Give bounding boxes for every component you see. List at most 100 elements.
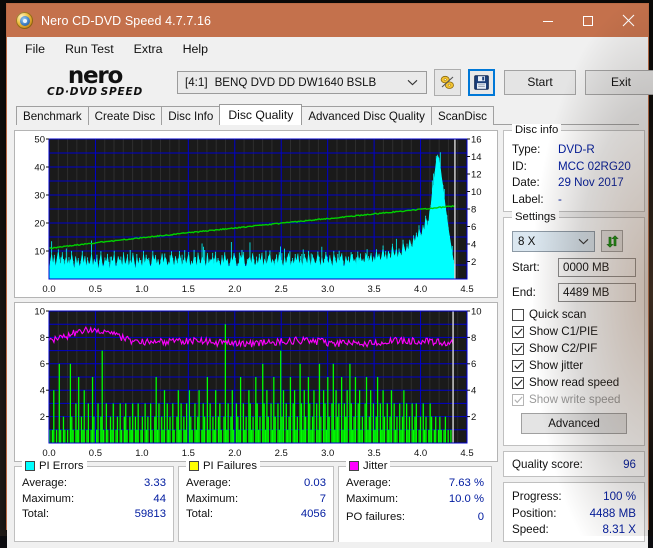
refresh-icon[interactable] xyxy=(601,230,623,252)
jitter-caption: Jitter xyxy=(346,460,390,472)
maximize-icon[interactable] xyxy=(568,4,608,37)
svg-text:0.5: 0.5 xyxy=(89,448,102,459)
svg-text:6: 6 xyxy=(471,359,476,370)
pi-errors-chart: 10203040502468101214160.00.51.01.52.02.5… xyxy=(14,130,498,298)
minimize-icon[interactable] xyxy=(528,4,568,37)
pi-failures-average-row: Average: 0.03 xyxy=(186,476,326,492)
jitter-maximum-row: Maximum: 10.0 % xyxy=(346,492,484,508)
svg-text:2.5: 2.5 xyxy=(275,284,288,295)
disc-tools-icon[interactable] xyxy=(434,69,461,96)
menu-item-help[interactable]: Help xyxy=(173,40,218,58)
pi-errors-maximum-key: Maximum: xyxy=(22,492,74,508)
svg-text:8: 8 xyxy=(40,333,45,344)
save-floppy-icon[interactable] xyxy=(468,69,495,96)
svg-text:3.0: 3.0 xyxy=(321,448,334,459)
svg-text:6: 6 xyxy=(471,222,476,233)
progress-label: Progress: xyxy=(512,489,562,506)
menu-item-file[interactable]: File xyxy=(15,40,55,58)
checkbox-show-write-speed: Show write speed xyxy=(512,393,636,406)
menu-bar: File Run Test Extra Help xyxy=(7,37,648,60)
svg-text:20: 20 xyxy=(34,218,45,229)
speed-select-value: 8 X xyxy=(518,235,535,248)
end-input[interactable]: 4489 MB xyxy=(558,283,636,302)
pi-failures-maximum-key: Maximum: xyxy=(186,492,238,508)
svg-text:0.5: 0.5 xyxy=(89,284,102,295)
svg-text:4.5: 4.5 xyxy=(460,284,473,295)
tab-disc-info[interactable]: Disc Info xyxy=(161,106,220,125)
svg-text:2.5: 2.5 xyxy=(275,448,288,459)
window-title: Nero CD-DVD Speed 4.7.7.16 xyxy=(41,14,211,28)
svg-text:3.5: 3.5 xyxy=(367,448,380,459)
svg-text:10: 10 xyxy=(34,246,45,257)
tab-advanced-disc-quality[interactable]: Advanced Disc Quality xyxy=(301,106,432,125)
checkbox-show-read-speed[interactable]: Show read speed xyxy=(512,376,636,389)
checkbox-show-write-speed-label: Show write speed xyxy=(529,393,621,406)
quality-score-box: Quality score: 96 xyxy=(503,451,645,477)
pi-failures-caption-label: PI Failures xyxy=(203,460,257,472)
disc-info-date-value: 29 Nov 2017 xyxy=(558,175,624,192)
menu-item-extra[interactable]: Extra xyxy=(124,40,173,58)
checkbox-icon xyxy=(512,309,524,321)
po-failures-key: PO failures: xyxy=(346,510,405,526)
nero-cd-dvd-speed-window: Nero CD-DVD Speed 4.7.7.16 File Run Test… xyxy=(6,3,649,530)
tab-create-disc[interactable]: Create Disc xyxy=(88,106,163,125)
pi-failures-maximum-value: 7 xyxy=(320,492,326,508)
start-button[interactable]: Start xyxy=(504,70,576,95)
speed-select[interactable]: 8 X xyxy=(512,231,595,252)
jitter-stats: Jitter Average: 7.63 % Maximum: 10.0 % P… xyxy=(338,466,492,542)
pi-failures-stats: PI Failures Average: 0.03 Maximum: 7 Tot… xyxy=(178,466,334,542)
checkbox-show-jitter[interactable]: Show jitter xyxy=(512,359,636,372)
tab-disc-quality[interactable]: Disc Quality xyxy=(219,104,302,125)
jitter-color-swatch xyxy=(349,461,359,471)
svg-text:10: 10 xyxy=(471,306,482,317)
chevron-down-icon xyxy=(578,235,589,248)
svg-text:1.5: 1.5 xyxy=(182,448,195,459)
toolbar: nero CD·DVD SPEED [4:1] BENQ DVD DD DW16… xyxy=(7,60,648,104)
checkmark-icon xyxy=(512,394,524,406)
tab-benchmark[interactable]: Benchmark xyxy=(16,106,89,125)
pi-errors-caption-label: PI Errors xyxy=(39,460,84,472)
close-icon[interactable] xyxy=(608,4,648,37)
svg-text:4: 4 xyxy=(40,386,45,397)
exit-button[interactable]: Exit xyxy=(585,70,653,95)
pi-failures-total-value: 4056 xyxy=(301,507,326,523)
drive-select[interactable]: [4:1] BENQ DVD DD DW1640 BSLB xyxy=(177,71,427,94)
pi-errors-maximum-value: 44 xyxy=(153,492,166,508)
nero-logo-subtitle: CD·DVD SPEED xyxy=(47,86,143,98)
pi-errors-average-value: 3.33 xyxy=(144,476,166,492)
menu-item-run-test[interactable]: Run Test xyxy=(55,40,124,58)
disc-info-id-value: MCC 02RG20 xyxy=(558,159,631,176)
progress-row: Progress: 100 % xyxy=(512,489,636,506)
disc-info-type-key: Type: xyxy=(512,142,558,159)
checkbox-show-c1-pie[interactable]: Show C1/PIE xyxy=(512,325,636,338)
svg-text:40: 40 xyxy=(34,162,45,173)
disc-info-id-row: ID: MCC 02RG20 xyxy=(512,159,636,176)
tab-scandisc[interactable]: ScanDisc xyxy=(431,106,494,125)
pi-errors-total-row: Total: 59813 xyxy=(22,507,166,523)
drive-index: [4:1] xyxy=(185,76,208,89)
pi-errors-average-key: Average: xyxy=(22,476,67,492)
pi-failures-chart: 2468102468100.00.51.01.52.02.53.03.54.04… xyxy=(14,302,498,462)
checkbox-quick-scan[interactable]: Quick scan xyxy=(512,308,636,321)
title-bar: Nero CD-DVD Speed 4.7.7.16 xyxy=(7,4,648,37)
start-input[interactable]: 0000 MB xyxy=(558,258,636,277)
checkbox-show-c2-pif[interactable]: Show C2/PIF xyxy=(512,342,636,355)
checkbox-show-c2-pif-label: Show C2/PIF xyxy=(529,342,597,355)
settings-caption: Settings xyxy=(512,211,559,223)
checkbox-show-jitter-label: Show jitter xyxy=(529,359,583,372)
checkmark-icon xyxy=(512,343,524,355)
disc-info-date-key: Date: xyxy=(512,175,558,192)
checkmark-icon xyxy=(512,360,524,372)
pi-errors-stats: PI Errors Average: 3.33 Maximum: 44 Tota… xyxy=(14,466,174,542)
po-failures-row: PO failures: 0 xyxy=(346,510,484,526)
position-row: Position: 4488 MB xyxy=(512,506,636,523)
advanced-button[interactable]: Advanced xyxy=(521,413,627,434)
checkbox-show-read-speed-label: Show read speed xyxy=(529,376,619,389)
svg-text:1.0: 1.0 xyxy=(135,284,148,295)
end-label: End: xyxy=(512,286,558,299)
svg-text:2: 2 xyxy=(471,257,476,268)
pi-failures-total-key: Total: xyxy=(186,507,213,523)
speed-row-status: Speed: 8.31 X xyxy=(512,522,636,539)
disc-info-type-row: Type: DVD-R xyxy=(512,142,636,159)
disc-info-group: Disc info Type: DVD-R ID: MCC 02RG20 Dat… xyxy=(503,130,645,212)
